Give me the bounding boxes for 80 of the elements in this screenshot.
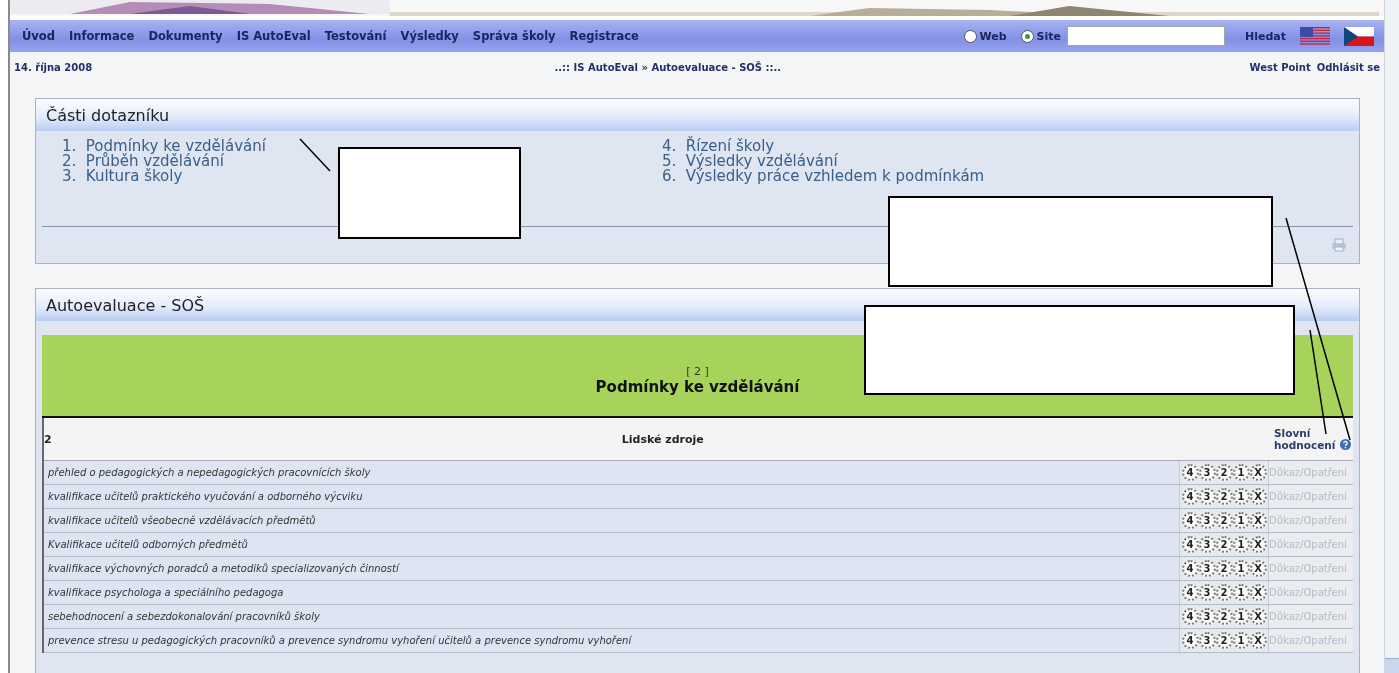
table-cell: kvalifikace výchovných poradců a metodiků specializovaných činností	[44, 557, 1180, 580]
logout-link[interactable]: Odhlásit se	[1316, 61, 1381, 73]
rating-button[interactable]: X	[1249, 560, 1267, 577]
date-text: 14. října 2008	[14, 61, 93, 73]
nav-link[interactable]: Výsledky	[400, 29, 459, 43]
rating-button[interactable]: 2	[1215, 464, 1233, 481]
rating-button[interactable]: 1	[1232, 608, 1250, 625]
rating-button[interactable]: 4	[1181, 608, 1199, 625]
rating-button[interactable]: 4	[1181, 512, 1199, 529]
rating-button[interactable]: 2	[1215, 536, 1233, 553]
rating-button[interactable]: 1	[1232, 464, 1250, 481]
rating-button[interactable]: 4	[1181, 560, 1199, 577]
us-flag-icon[interactable]	[1300, 26, 1331, 46]
table-cell: Kvalifikace učitelů odborných předmětů	[44, 533, 1180, 556]
nav-link[interactable]: Testování	[324, 29, 387, 43]
rating-button[interactable]: X	[1249, 464, 1267, 481]
rating-button[interactable]: 3	[1198, 632, 1216, 649]
rating-button[interactable]: X	[1249, 488, 1267, 505]
help-icon[interactable]	[1340, 438, 1352, 450]
table-cell: prevence stresu u pedagogických pracovníků a prevence syndromu vyhoření učitelů a prevence syndromu vyhoření	[44, 629, 1180, 652]
rating-button[interactable]: 3	[1198, 584, 1216, 601]
section-number: [ 2 ]	[686, 365, 709, 378]
part-link[interactable]: 5. Výsledky vzdělávání	[662, 154, 1354, 169]
rating-button[interactable]: 4	[1181, 632, 1199, 649]
rating-button[interactable]: 2	[1215, 560, 1233, 577]
nav-link[interactable]: Úvod	[22, 29, 55, 43]
rating-button[interactable]: 2	[1215, 584, 1233, 601]
rating-button[interactable]: X	[1249, 584, 1267, 601]
leader-line	[299, 138, 331, 172]
rating-button[interactable]: X	[1249, 608, 1267, 625]
search-field[interactable]	[1067, 26, 1226, 46]
part-link[interactable]: 1. Podmínky ke vzdělávání	[62, 139, 662, 154]
rating-button[interactable]: 3	[1198, 536, 1216, 553]
table-cell: sebehodnocení a sebezdokonalování pracovníků školy	[44, 605, 1180, 628]
table-cell: přehled o pedagogických a nepedagogických pracovnících školy	[44, 461, 1180, 484]
rating-button[interactable]: 2	[1215, 632, 1233, 649]
breadcrumb: ..:: IS AutoEval » Autoevaluace - SOŠ ::..	[553, 61, 783, 73]
nav-link[interactable]: IS AutoEval	[236, 29, 311, 43]
nav-link[interactable]: Registrace	[569, 29, 639, 43]
search-button[interactable]: Hledat	[1245, 29, 1287, 43]
table-cell: kvalifikace učitelů všeobecně vzdělávacích předmětů	[44, 509, 1180, 532]
rating-button[interactable]: 1	[1232, 632, 1250, 649]
panel-title: Části dotazníku	[36, 99, 1360, 131]
rating-button[interactable]: 4	[1181, 584, 1199, 601]
rating-button[interactable]: 2	[1215, 608, 1233, 625]
rating-button[interactable]: 1	[1232, 536, 1250, 553]
rating-button[interactable]: X	[1249, 536, 1267, 553]
rating-button[interactable]: 1	[1232, 584, 1250, 601]
rating-button[interactable]: 3	[1198, 608, 1216, 625]
table-cell: kvalifikace učitelů praktického vyučování a odborného výcviku	[44, 485, 1180, 508]
nav-link[interactable]: Správa školy	[472, 29, 556, 43]
column-header: 2	[44, 432, 52, 446]
rating-button[interactable]: X	[1249, 512, 1267, 529]
nav-link[interactable]: Informace	[68, 29, 135, 43]
rating-button[interactable]: X	[1249, 632, 1267, 649]
part-link[interactable]: 6. Výsledky práce vzhledem k podmínkám	[662, 169, 1354, 184]
user-link[interactable]: West Point	[1249, 61, 1311, 73]
rating-button[interactable]: 2	[1215, 512, 1233, 529]
rating-button[interactable]: 1	[1232, 560, 1250, 577]
search-scope-radio[interactable]: Web	[963, 29, 1007, 43]
nav-link[interactable]: Dokumenty	[148, 29, 223, 43]
rating-button[interactable]: 3	[1198, 488, 1216, 505]
rating-button[interactable]: 2	[1215, 488, 1233, 505]
search-scope-radio[interactable]: Site	[1020, 29, 1062, 43]
czech-flag-icon[interactable]	[1344, 26, 1375, 46]
rating-button[interactable]: 3	[1198, 464, 1216, 481]
rating-button[interactable]: 3	[1198, 512, 1216, 529]
rating-button[interactable]: 1	[1232, 488, 1250, 505]
rating-button[interactable]: 4	[1181, 464, 1199, 481]
column-header: Slovní hodnocení	[1274, 427, 1337, 451]
part-link[interactable]: 3. Kultura školy	[62, 169, 662, 184]
section-title: Podmínky ke vzdělávání	[595, 378, 800, 396]
rating-button[interactable]: 4	[1181, 536, 1199, 553]
rating-button[interactable]: 1	[1232, 512, 1250, 529]
table-cell: kvalifikace psychologa a speciálního pedagoga	[44, 581, 1180, 604]
part-link[interactable]: 2. Průběh vzdělávání	[62, 154, 662, 169]
rating-button[interactable]: 3	[1198, 560, 1216, 577]
column-header: Lidské zdroje	[620, 432, 705, 446]
print-icon[interactable]	[1331, 238, 1348, 252]
rating-button[interactable]: 4	[1181, 488, 1199, 505]
